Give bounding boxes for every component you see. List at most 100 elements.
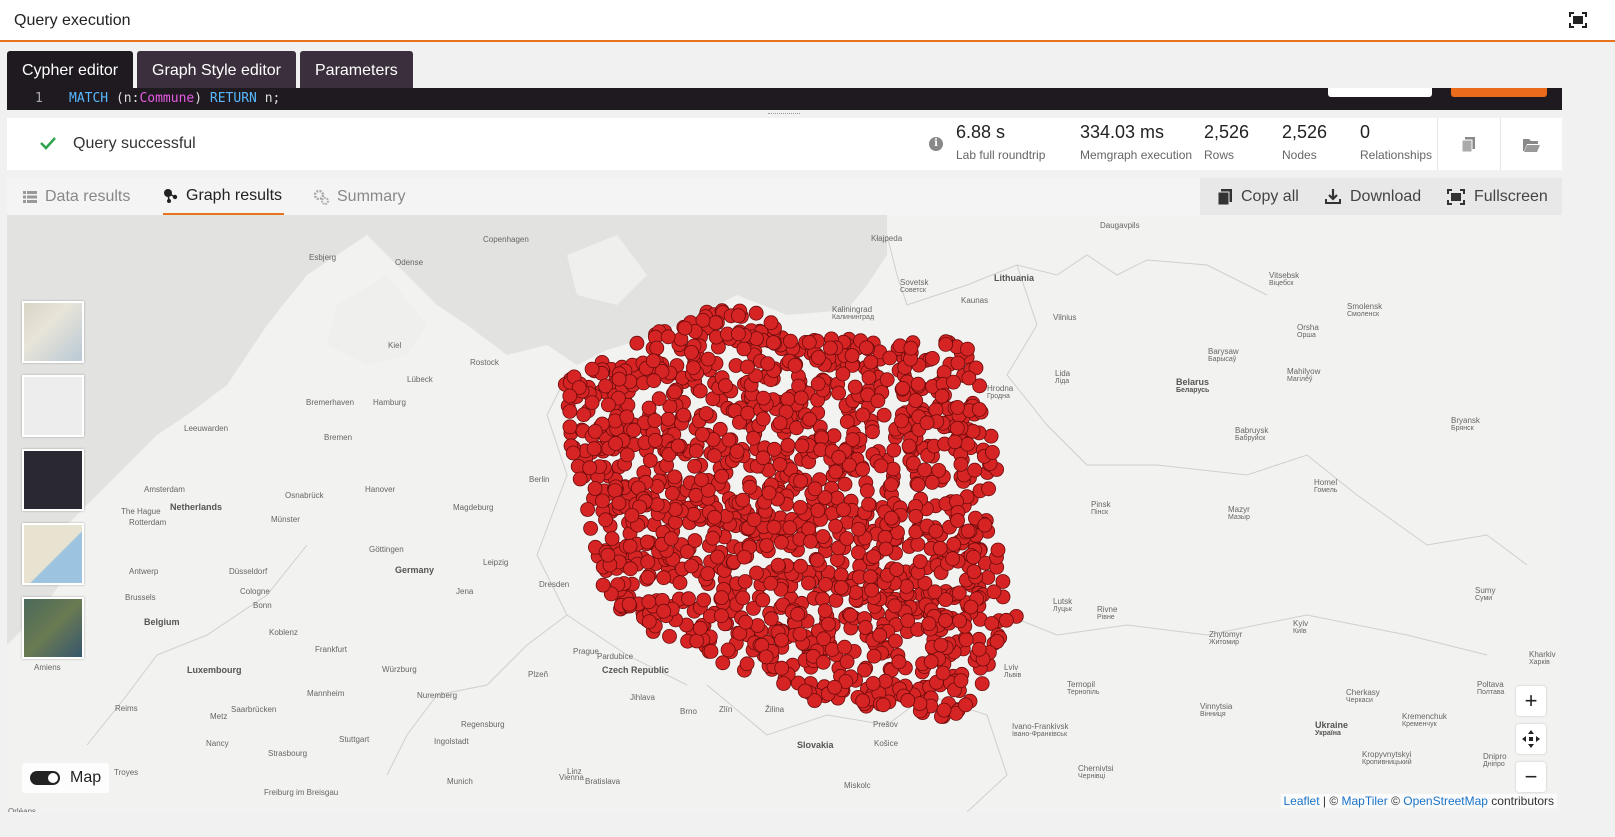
graph-node[interactable] [664,485,680,501]
graph-node[interactable] [938,613,953,628]
graph-node[interactable] [861,370,877,386]
graph-node[interactable] [844,348,860,363]
graph-node[interactable] [910,536,926,552]
graph-node[interactable] [598,512,613,528]
graph-node[interactable] [889,562,905,577]
graph-node[interactable] [947,434,963,450]
graph-node[interactable] [600,547,616,563]
cypher-editor[interactable]: 1 MATCH (n:Commune) RETURN n; [7,88,1562,110]
graph-node[interactable] [774,632,789,648]
graph-node[interactable] [756,390,771,406]
copy-all-button[interactable]: Copy all [1218,178,1299,215]
graph-node[interactable] [562,403,578,419]
graph-node[interactable] [767,441,782,457]
graph-node[interactable] [763,611,779,627]
graph-node[interactable] [831,385,846,401]
graph-node[interactable] [763,315,779,331]
graph-node[interactable] [572,471,588,487]
graph-node[interactable] [580,502,595,517]
graph-node[interactable] [950,513,965,528]
graph-node[interactable] [833,580,849,595]
graph-node[interactable] [759,538,774,553]
graph-node[interactable] [870,393,886,409]
graph-node[interactable] [780,391,796,407]
graph-node[interactable] [865,424,880,440]
zoom-in-button[interactable]: + [1516,686,1546,716]
graph-node[interactable] [946,374,961,390]
graph-node[interactable] [847,379,863,395]
graph-node[interactable] [647,413,663,428]
graph-node[interactable] [660,329,676,345]
graph-node[interactable] [662,628,677,644]
tab-parameters[interactable]: Parameters [300,51,413,88]
basemap-streets[interactable] [22,301,84,363]
graph-node[interactable] [700,566,716,582]
graph-node[interactable] [891,654,907,670]
graph-node[interactable] [873,458,889,474]
graph-node[interactable] [953,673,969,689]
graph-node[interactable] [967,462,983,478]
graph-node[interactable] [681,591,696,607]
graph-node[interactable] [692,620,708,636]
graph-node[interactable] [801,575,816,591]
graph-node[interactable] [861,496,876,512]
graph-node[interactable] [604,531,620,547]
graph-node[interactable] [656,603,672,619]
graph-node[interactable] [963,599,979,615]
expand-icon[interactable] [1569,12,1587,28]
graph-node[interactable] [611,495,627,511]
graph-node[interactable] [790,606,805,622]
graph-node[interactable] [793,390,809,406]
graph-node[interactable] [953,456,969,472]
graph-node[interactable] [736,341,752,357]
graph-node[interactable] [562,419,578,435]
graph-node[interactable] [908,508,924,524]
graph-node[interactable] [640,554,656,570]
graph-node[interactable] [966,564,982,580]
graph-node[interactable] [792,626,808,642]
graph-node[interactable] [774,534,789,550]
graph-node[interactable] [714,590,729,606]
graph-node[interactable] [878,541,894,557]
graph-node[interactable] [731,326,746,342]
graph-node[interactable] [924,474,940,490]
graph-node[interactable] [576,407,592,423]
graph-node[interactable] [749,565,764,581]
graph-node[interactable] [700,351,716,367]
graph-node[interactable] [855,461,870,477]
tab-summary[interactable]: Summary [313,178,405,215]
graph-node[interactable] [807,481,823,497]
fullscreen-button[interactable]: Fullscreen [1447,178,1548,215]
editor-secondary-button[interactable] [1328,88,1432,97]
graph-node[interactable] [586,441,602,457]
graph-node[interactable] [887,598,903,614]
graph-node[interactable] [640,569,656,585]
graph-node[interactable] [619,409,635,425]
graph-node[interactable] [990,542,1006,558]
graph-node[interactable] [755,592,771,608]
graph-node[interactable] [833,567,849,583]
graph-node[interactable] [866,549,881,565]
graph-node[interactable] [966,549,981,565]
graph-node[interactable] [689,633,705,649]
basemap-topo[interactable] [22,523,84,585]
graph-node[interactable] [908,393,924,408]
graph-node[interactable] [688,443,704,459]
graph-node[interactable] [740,405,756,421]
graph-node[interactable] [735,492,751,508]
graph-node[interactable] [900,613,916,629]
graph-node[interactable] [746,430,761,446]
graph-node[interactable] [748,305,764,321]
graph-node[interactable] [843,607,858,623]
graph-node[interactable] [707,448,722,464]
graph-node[interactable] [714,468,729,484]
graph-node[interactable] [679,544,695,560]
tab-graph-results[interactable]: Graph results [163,178,285,215]
code-line[interactable]: MATCH (n:Commune) RETURN n; [69,89,280,109]
graph-node[interactable] [928,523,944,539]
graph-node[interactable] [608,436,623,451]
graph-node[interactable] [866,648,882,664]
graph-node[interactable] [802,411,817,427]
graph-node[interactable] [912,554,928,569]
graph-node[interactable] [641,614,657,630]
